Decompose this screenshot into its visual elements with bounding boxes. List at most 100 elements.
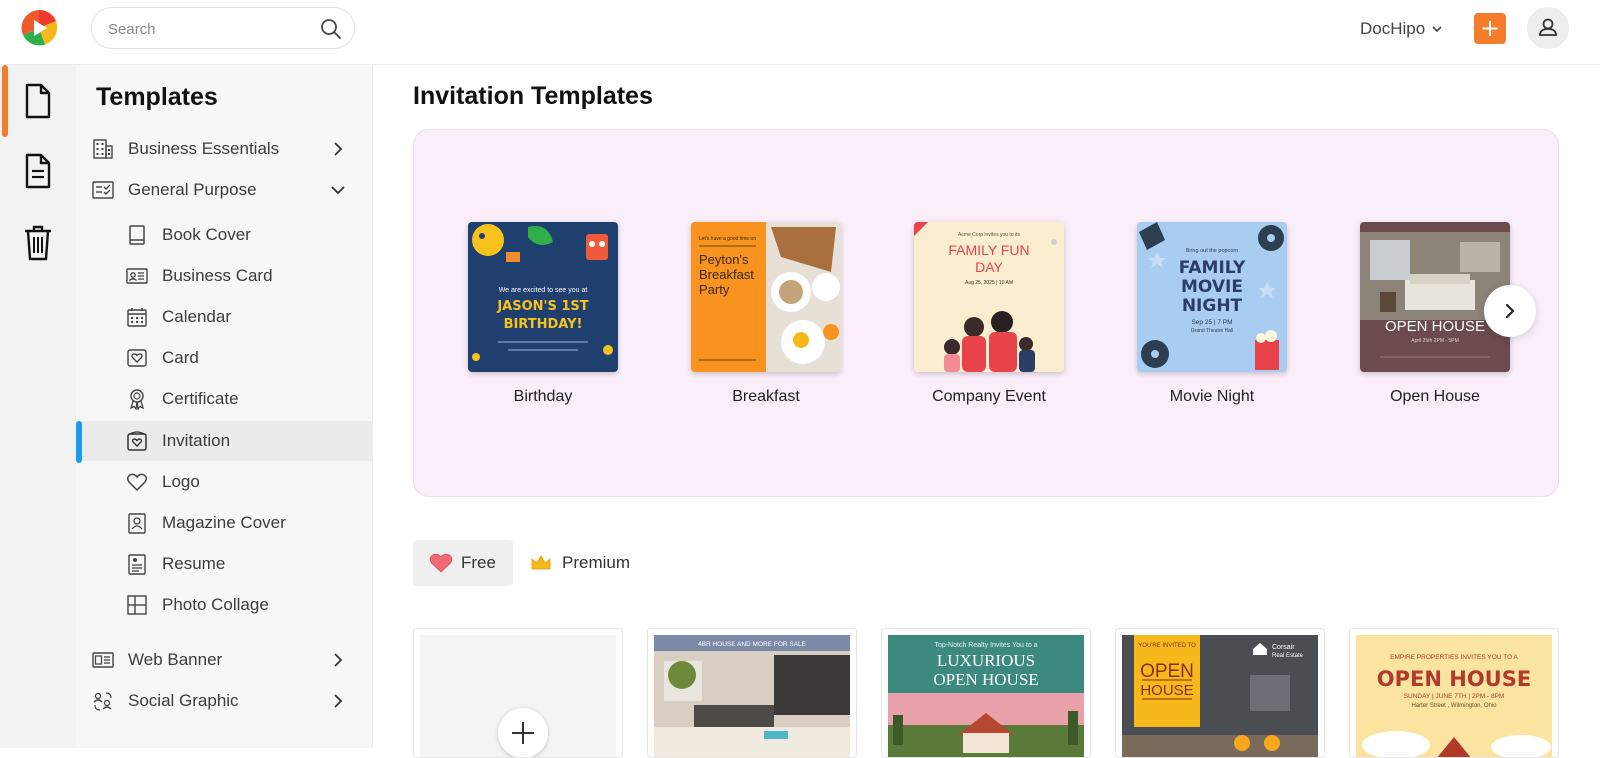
sidebar-item-label: Logo — [162, 472, 200, 491]
filter-free-button[interactable]: Free — [413, 540, 513, 586]
category-card-company-event[interactable]: Acme Corp invites you to its FAMILY FUN … — [914, 222, 1064, 406]
templates-page-icon[interactable] — [22, 82, 54, 120]
filter-free-label: Free — [461, 553, 496, 572]
category-carousel: We are excited to see you at JASON'S 1ST… — [413, 129, 1559, 497]
sidebar-item-photo-collage[interactable]: Photo Collage — [76, 585, 372, 625]
template-title: EMPIRE PROPERTIES INVITES YOU TO A — [1390, 654, 1518, 661]
chevron-right-icon — [330, 141, 346, 157]
category-label: Birthday — [513, 388, 573, 405]
book-icon — [126, 224, 148, 246]
template-headline: OPEN — [1140, 661, 1194, 682]
sidebar-item-label: Book Cover — [162, 225, 251, 244]
sidebar-item-invitation[interactable]: Invitation — [76, 421, 372, 463]
breakfast-thumb-line-4: Party — [699, 282, 730, 297]
building-icon — [92, 138, 114, 160]
add-blank-button[interactable] — [498, 708, 548, 757]
sidebar-item-label: General Purpose — [128, 180, 257, 199]
birthday-thumb-line-1: We are excited to see you at — [499, 287, 588, 294]
sidebar-item-magazine-cover[interactable]: Magazine Cover — [76, 503, 372, 543]
movie-night-thumb-line-1: Bring out the popcorn — [1186, 248, 1239, 254]
company-event-thumb-line-2: FAMILY FUN — [948, 242, 1029, 258]
sidebar-item-label: Magazine Cover — [162, 513, 286, 532]
resume-icon — [126, 553, 148, 575]
account-switcher[interactable]: DocHipo — [1360, 17, 1443, 41]
birthday-thumbnail[interactable]: We are excited to see you at JASON'S 1ST… — [468, 222, 618, 372]
open-house-thumb-line-1: OPEN HOUSE — [1385, 318, 1485, 335]
template-title: Top-Notch Realty Invites You to a — [934, 642, 1037, 649]
rail-active-indicator — [2, 65, 8, 137]
chevron-down-icon — [1431, 23, 1443, 35]
template-headline-2: OPEN HOUSE — [933, 670, 1038, 689]
sidebar-item-label: Photo Collage — [162, 595, 269, 614]
sidebar-item-label: Business Card — [162, 266, 273, 285]
template-detail: SUNDAY | JUNE 7TH | 2PM - 8PM — [1404, 693, 1505, 700]
sidebar-item-resume[interactable]: Resume — [76, 544, 372, 584]
heart-outline-icon — [126, 471, 148, 493]
template-tile[interactable]: 4BR HOUSE AND MORE FOR SALE — [647, 628, 857, 758]
category-label: Breakfast — [732, 388, 800, 405]
social-icon — [92, 690, 114, 712]
category-card-birthday[interactable]: We are excited to see you at JASON'S 1ST… — [468, 222, 618, 406]
company-event-thumb-line-3: DAY — [975, 259, 1003, 275]
search-box[interactable] — [91, 7, 355, 49]
icon-rail — [0, 65, 76, 748]
breakfast-thumb-line-2: Peyton's — [699, 252, 749, 267]
filter-premium-label: Premium — [562, 553, 631, 572]
blank-template-tile[interactable] — [413, 628, 623, 758]
my-documents-icon[interactable] — [22, 152, 54, 190]
grid-icon — [126, 594, 148, 616]
sidebar-item-logo[interactable]: Logo — [76, 462, 372, 502]
sidebar-item-label: Web Banner — [128, 650, 223, 669]
search-icon[interactable] — [320, 18, 342, 40]
sidebar-item-card[interactable]: Card — [76, 338, 372, 378]
template-thumbnail: EMPIRE PROPERTIES INVITES YOU TO A OPEN … — [1356, 635, 1552, 757]
sidebar-item-calendar[interactable]: Calendar — [76, 297, 372, 337]
breakfast-thumb-line-3: Breakfast — [699, 267, 754, 282]
breakfast-thumbnail[interactable]: Let's have a good time on Peyton's Break… — [691, 222, 841, 372]
template-headline-2: HOUSE — [1140, 682, 1193, 699]
filter-premium-button[interactable]: Premium — [530, 540, 630, 586]
award-icon — [126, 388, 148, 410]
template-tile[interactable]: EMPIRE PROPERTIES INVITES YOU TO A OPEN … — [1349, 628, 1559, 758]
category-card-movie-night[interactable]: Bring out the popcorn FAMILY MOVIE NIGHT… — [1137, 222, 1287, 406]
heart-icon — [429, 553, 453, 573]
invitation-icon — [126, 430, 148, 452]
sidebar-item-label: Resume — [162, 554, 226, 573]
sidebar-item-general-purpose[interactable]: General Purpose — [76, 170, 372, 210]
page-title: Invitation Templates — [413, 82, 653, 110]
category-card-breakfast[interactable]: Let's have a good time on Peyton's Break… — [691, 222, 841, 406]
template-tile[interactable]: YOU'RE INVITED TO OPEN HOUSE Corsair Rea… — [1115, 628, 1325, 758]
category-label: Company Event — [932, 388, 1046, 405]
trash-icon[interactable] — [22, 223, 54, 261]
movie-night-thumb-line-5: Sep 25 | 7 PM — [1191, 319, 1232, 326]
portrait-icon — [126, 512, 148, 534]
sidebar-item-label: Business Essentials — [128, 139, 280, 158]
sidebar-item-business-card[interactable]: Business Card — [76, 256, 372, 296]
sidebar-item-social-graphic[interactable]: Social Graphic — [76, 681, 372, 721]
template-headline: LUXURIOUS — [937, 651, 1035, 670]
template-detail-2: Harter Street , Wilmington, Ohio — [1411, 703, 1497, 709]
movie-night-thumb-line-3: MOVIE — [1181, 277, 1243, 297]
dochipo-logo-icon[interactable] — [20, 9, 58, 47]
company-event-thumb-line-4: Aug 25, 2025 | 10 AM — [965, 280, 1013, 286]
company-event-thumbnail[interactable]: Acme Corp invites you to its FAMILY FUN … — [914, 222, 1064, 372]
search-input[interactable] — [108, 19, 308, 39]
sidebar-item-label: Calendar — [162, 307, 231, 326]
movie-night-thumbnail[interactable]: Bring out the popcorn FAMILY MOVIE NIGHT… — [1137, 222, 1287, 372]
user-avatar-button[interactable] — [1527, 7, 1569, 49]
carousel-next-button[interactable] — [1484, 285, 1536, 337]
template-headline: OPEN HOUSE — [1377, 667, 1531, 691]
create-new-button[interactable] — [1474, 13, 1506, 44]
account-name: DocHipo — [1360, 19, 1426, 38]
breakfast-thumb-line-1: Let's have a good time on — [699, 236, 756, 242]
birthday-thumb-line-2: JASON'S 1ST — [496, 299, 588, 314]
sidebar-item-book-cover[interactable]: Book Cover — [76, 215, 372, 255]
open-house-thumb-line-2: April 25th 2PM - 5PM — [1411, 338, 1459, 344]
birthday-thumb-line-3: BIRTHDAY! — [504, 317, 583, 332]
sidebar-item-certificate[interactable]: Certificate — [76, 379, 372, 419]
sidebar-item-web-banner[interactable]: Web Banner — [76, 640, 372, 680]
template-tile[interactable]: Top-Notch Realty Invites You to a LUXURI… — [881, 628, 1091, 758]
chevron-right-icon — [330, 693, 346, 709]
banner-icon — [92, 649, 114, 671]
sidebar-item-business-essentials[interactable]: Business Essentials — [76, 129, 372, 169]
